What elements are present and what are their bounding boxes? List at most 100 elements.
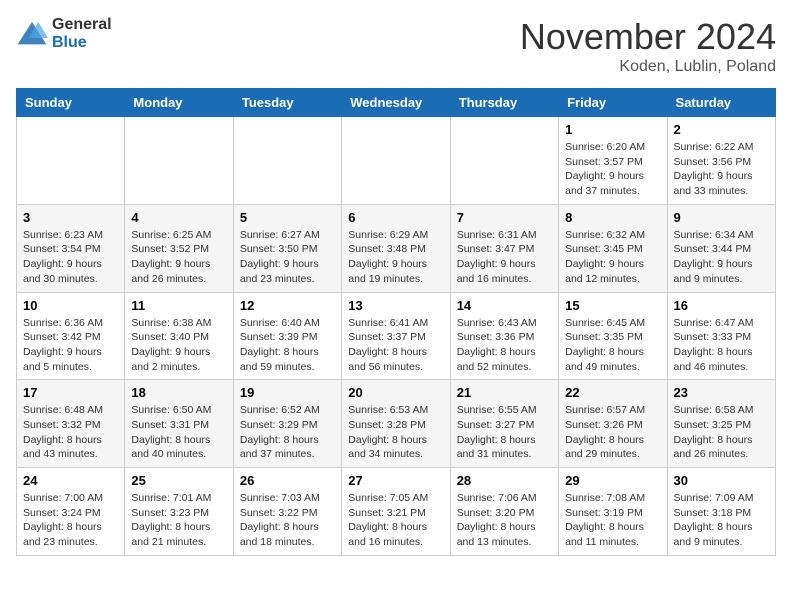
day-info: Sunrise: 6:36 AM Sunset: 3:42 PM Dayligh… <box>23 316 118 375</box>
calendar-day-cell: 23 Sunrise: 6:58 AM Sunset: 3:25 PM Dayli… <box>667 380 775 468</box>
calendar-day-cell: 28 Sunrise: 7:06 AM Sunset: 3:20 PM Dayli… <box>450 468 558 556</box>
day-number: 1 <box>565 122 660 137</box>
calendar-day-cell <box>17 117 125 205</box>
day-number: 26 <box>240 473 335 488</box>
calendar-day-cell: 30 Sunrise: 7:09 AM Sunset: 3:18 PM Dayli… <box>667 468 775 556</box>
day-info: Sunrise: 6:34 AM Sunset: 3:44 PM Dayligh… <box>674 228 769 287</box>
weekday-header: Monday <box>125 89 233 117</box>
day-info: Sunrise: 7:03 AM Sunset: 3:22 PM Dayligh… <box>240 491 335 550</box>
day-info: Sunrise: 6:40 AM Sunset: 3:39 PM Dayligh… <box>240 316 335 375</box>
day-number: 20 <box>348 385 443 400</box>
day-number: 18 <box>131 385 226 400</box>
day-number: 21 <box>457 385 552 400</box>
title-block: November 2024 Koden, Lublin, Poland <box>520 16 776 76</box>
day-info: Sunrise: 6:25 AM Sunset: 3:52 PM Dayligh… <box>131 228 226 287</box>
calendar-day-cell: 2 Sunrise: 6:22 AM Sunset: 3:56 PM Daylig… <box>667 117 775 205</box>
day-number: 7 <box>457 210 552 225</box>
calendar-header-row: SundayMondayTuesdayWednesdayThursdayFrid… <box>17 89 776 117</box>
day-info: Sunrise: 6:47 AM Sunset: 3:33 PM Dayligh… <box>674 316 769 375</box>
calendar-day-cell <box>450 117 558 205</box>
calendar-week-row: 10 Sunrise: 6:36 AM Sunset: 3:42 PM Dayli… <box>17 292 776 380</box>
calendar-day-cell <box>233 117 341 205</box>
day-info: Sunrise: 7:00 AM Sunset: 3:24 PM Dayligh… <box>23 491 118 550</box>
calendar-day-cell: 7 Sunrise: 6:31 AM Sunset: 3:47 PM Daylig… <box>450 204 558 292</box>
calendar-day-cell <box>125 117 233 205</box>
day-info: Sunrise: 7:06 AM Sunset: 3:20 PM Dayligh… <box>457 491 552 550</box>
calendar-day-cell: 20 Sunrise: 6:53 AM Sunset: 3:28 PM Dayli… <box>342 380 450 468</box>
calendar-day-cell: 27 Sunrise: 7:05 AM Sunset: 3:21 PM Dayli… <box>342 468 450 556</box>
day-info: Sunrise: 6:45 AM Sunset: 3:35 PM Dayligh… <box>565 316 660 375</box>
day-number: 13 <box>348 298 443 313</box>
calendar-day-cell: 10 Sunrise: 6:36 AM Sunset: 3:42 PM Dayli… <box>17 292 125 380</box>
location-subtitle: Koden, Lublin, Poland <box>520 58 776 76</box>
day-number: 23 <box>674 385 769 400</box>
weekday-header: Saturday <box>667 89 775 117</box>
weekday-header: Friday <box>559 89 667 117</box>
day-number: 29 <box>565 473 660 488</box>
day-number: 30 <box>674 473 769 488</box>
calendar-week-row: 3 Sunrise: 6:23 AM Sunset: 3:54 PM Daylig… <box>17 204 776 292</box>
day-number: 5 <box>240 210 335 225</box>
calendar-week-row: 1 Sunrise: 6:20 AM Sunset: 3:57 PM Daylig… <box>17 117 776 205</box>
day-info: Sunrise: 6:43 AM Sunset: 3:36 PM Dayligh… <box>457 316 552 375</box>
calendar-day-cell: 12 Sunrise: 6:40 AM Sunset: 3:39 PM Dayli… <box>233 292 341 380</box>
calendar-day-cell: 9Sunrise: 6:34 AM Sunset: 3:44 PM Daylig… <box>667 204 775 292</box>
day-info: Sunrise: 6:53 AM Sunset: 3:28 PM Dayligh… <box>348 403 443 462</box>
day-number: 25 <box>131 473 226 488</box>
page-header: General Blue November 2024 Koden, Lublin… <box>16 16 776 76</box>
calendar-day-cell: 6 Sunrise: 6:29 AM Sunset: 3:48 PM Daylig… <box>342 204 450 292</box>
day-number: 19 <box>240 385 335 400</box>
weekday-header: Tuesday <box>233 89 341 117</box>
day-info: Sunrise: 7:09 AM Sunset: 3:18 PM Dayligh… <box>674 491 769 550</box>
weekday-header: Wednesday <box>342 89 450 117</box>
day-number: 12 <box>240 298 335 313</box>
day-info: Sunrise: 6:50 AM Sunset: 3:31 PM Dayligh… <box>131 403 226 462</box>
calendar-day-cell: 21 Sunrise: 6:55 AM Sunset: 3:27 PM Dayli… <box>450 380 558 468</box>
day-number: 3 <box>23 210 118 225</box>
day-number: 27 <box>348 473 443 488</box>
day-info: Sunrise: 6:29 AM Sunset: 3:48 PM Dayligh… <box>348 228 443 287</box>
day-info: Sunrise: 7:08 AM Sunset: 3:19 PM Dayligh… <box>565 491 660 550</box>
day-info: Sunrise: 6:22 AM Sunset: 3:56 PM Dayligh… <box>674 140 769 199</box>
day-number: 16 <box>674 298 769 313</box>
day-number: 28 <box>457 473 552 488</box>
calendar-day-cell: 11Sunrise: 6:38 AM Sunset: 3:40 PM Dayli… <box>125 292 233 380</box>
calendar-day-cell: 19Sunrise: 6:52 AM Sunset: 3:29 PM Dayli… <box>233 380 341 468</box>
day-number: 22 <box>565 385 660 400</box>
day-number: 10 <box>23 298 118 313</box>
day-number: 14 <box>457 298 552 313</box>
day-info: Sunrise: 6:58 AM Sunset: 3:25 PM Dayligh… <box>674 403 769 462</box>
calendar-day-cell: 29 Sunrise: 7:08 AM Sunset: 3:19 PM Dayli… <box>559 468 667 556</box>
day-info: Sunrise: 6:20 AM Sunset: 3:57 PM Dayligh… <box>565 140 660 199</box>
calendar-day-cell: 15Sunrise: 6:45 AM Sunset: 3:35 PM Dayli… <box>559 292 667 380</box>
weekday-header: Thursday <box>450 89 558 117</box>
day-number: 2 <box>674 122 769 137</box>
logo-general: General <box>52 16 112 33</box>
calendar-day-cell <box>342 117 450 205</box>
calendar-week-row: 24 Sunrise: 7:00 AM Sunset: 3:24 PM Dayli… <box>17 468 776 556</box>
calendar-day-cell: 26 Sunrise: 7:03 AM Sunset: 3:22 PM Dayli… <box>233 468 341 556</box>
calendar-day-cell: 25Sunrise: 7:01 AM Sunset: 3:23 PM Dayli… <box>125 468 233 556</box>
month-title: November 2024 <box>520 16 776 58</box>
logo-icon <box>16 20 48 48</box>
calendar-day-cell: 3 Sunrise: 6:23 AM Sunset: 3:54 PM Daylig… <box>17 204 125 292</box>
calendar-week-row: 17Sunrise: 6:48 AM Sunset: 3:32 PM Dayli… <box>17 380 776 468</box>
day-number: 6 <box>348 210 443 225</box>
day-info: Sunrise: 7:05 AM Sunset: 3:21 PM Dayligh… <box>348 491 443 550</box>
day-info: Sunrise: 6:41 AM Sunset: 3:37 PM Dayligh… <box>348 316 443 375</box>
day-info: Sunrise: 6:32 AM Sunset: 3:45 PM Dayligh… <box>565 228 660 287</box>
day-number: 4 <box>131 210 226 225</box>
weekday-header: Sunday <box>17 89 125 117</box>
day-info: Sunrise: 6:55 AM Sunset: 3:27 PM Dayligh… <box>457 403 552 462</box>
day-info: Sunrise: 6:27 AM Sunset: 3:50 PM Dayligh… <box>240 228 335 287</box>
calendar-day-cell: 1 Sunrise: 6:20 AM Sunset: 3:57 PM Daylig… <box>559 117 667 205</box>
day-number: 24 <box>23 473 118 488</box>
calendar-day-cell: 13 Sunrise: 6:41 AM Sunset: 3:37 PM Dayli… <box>342 292 450 380</box>
calendar-day-cell: 4 Sunrise: 6:25 AM Sunset: 3:52 PM Daylig… <box>125 204 233 292</box>
calendar-day-cell: 5 Sunrise: 6:27 AM Sunset: 3:50 PM Daylig… <box>233 204 341 292</box>
calendar-day-cell: 24 Sunrise: 7:00 AM Sunset: 3:24 PM Dayli… <box>17 468 125 556</box>
calendar-day-cell: 17Sunrise: 6:48 AM Sunset: 3:32 PM Dayli… <box>17 380 125 468</box>
day-info: Sunrise: 6:23 AM Sunset: 3:54 PM Dayligh… <box>23 228 118 287</box>
day-info: Sunrise: 6:31 AM Sunset: 3:47 PM Dayligh… <box>457 228 552 287</box>
day-number: 17 <box>23 385 118 400</box>
